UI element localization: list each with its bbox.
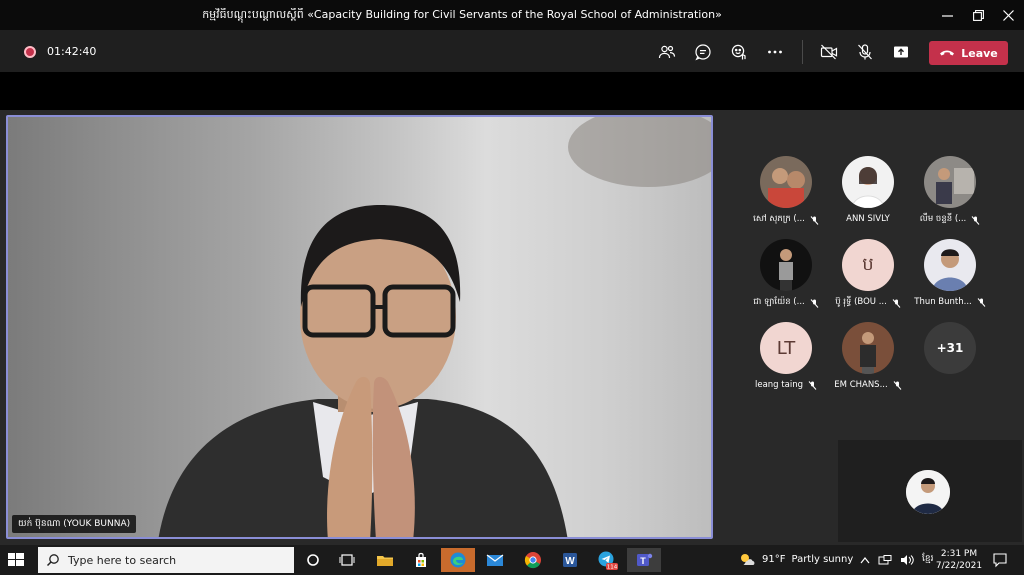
restore-icon[interactable] [963, 4, 993, 26]
taskbar-search-box[interactable]: Type here to search [38, 547, 294, 573]
participant-avatar-initials: ប [842, 239, 894, 291]
participant-avatar [760, 239, 812, 291]
mic-off-icon [893, 380, 902, 390]
notification-icon[interactable] [992, 552, 1008, 568]
participant-tile[interactable]: Thun Bunth... [910, 239, 990, 317]
meeting-toolbar: 01:42:40 Leave [0, 30, 1024, 72]
participant-name: EM CHANS... [834, 380, 888, 390]
meeting-stage: យក់ ប៊ុនណា (YOUK BUNNA) សៅ សុភក្រ (... A… [0, 110, 1024, 545]
self-avatar [906, 470, 950, 514]
windows-start-icon[interactable] [6, 551, 26, 569]
more-participants-count: +31 [924, 322, 976, 374]
svg-text:T: T [640, 556, 646, 566]
edge-icon[interactable] [441, 548, 475, 572]
participant-tile[interactable]: សៅ សុភក្រ (... [746, 156, 826, 234]
self-view[interactable] [838, 440, 1022, 542]
participant-name: សៅ សុភក្រ (... [753, 214, 805, 224]
title-bar: កម្មវិធីបណ្ដុះបណ្ដាលស្តីពី «Capacity Bui… [0, 0, 1024, 30]
more-icon[interactable] [764, 41, 786, 63]
telegram-icon[interactable]: 114 [590, 548, 624, 572]
participant-avatar [760, 156, 812, 208]
mail-icon[interactable] [478, 548, 512, 572]
participant-name: leang taing [755, 380, 803, 390]
share-icon[interactable] [890, 41, 912, 63]
teams-icon[interactable]: T [627, 548, 661, 572]
search-placeholder: Type here to search [68, 553, 177, 567]
svg-text:W: W [565, 556, 575, 567]
participant-name: លឹម ចន្ទនី (... [919, 214, 967, 224]
participant-tile[interactable]: ANN SIVLY [828, 156, 908, 234]
participant-avatar [924, 239, 976, 291]
mic-off-icon [977, 297, 986, 307]
telegram-badge: 114 [607, 565, 618, 571]
reactions-icon[interactable] [728, 41, 750, 63]
participant-name: ប៊ូ រុទ្ធី (BOU ... [835, 297, 887, 307]
taskbar-clock[interactable]: 2:31 PM 7/22/2021 [932, 548, 986, 572]
weather-temperature: 91°F [762, 553, 786, 565]
participant-avatar [924, 156, 976, 208]
participant-avatar [842, 322, 894, 374]
participant-tile[interactable]: លឹម ចន្ទនី (... [910, 156, 990, 234]
task-view-icon[interactable] [330, 548, 364, 572]
main-video-feed[interactable]: យក់ ប៊ុនណា (YOUK BUNNA) [6, 115, 713, 539]
mic-off-icon[interactable] [854, 41, 876, 63]
windows-taskbar: Type here to search W 114 T 91°F Partly … [0, 545, 1024, 575]
clock-date: 7/22/2021 [935, 561, 983, 571]
store-icon[interactable] [404, 548, 438, 572]
recording-icon [24, 46, 36, 58]
more-participants-button[interactable]: +31 [910, 322, 990, 400]
participant-tile[interactable]: ជា ឡាយ៉ែន (... [746, 239, 826, 317]
participant-tile[interactable]: LT leang taing [746, 322, 826, 400]
minimize-icon[interactable] [932, 4, 962, 26]
weather-widget[interactable]: 91°F Partly sunny [738, 552, 853, 566]
file-explorer-icon[interactable] [368, 548, 402, 572]
search-icon [46, 554, 59, 567]
cortana-icon[interactable] [296, 548, 330, 572]
word-icon[interactable]: W [553, 548, 587, 572]
header-spacer [0, 72, 1024, 110]
participant-avatar [842, 156, 894, 208]
participant-name: Thun Bunth... [914, 297, 972, 307]
weather-condition: Partly sunny [791, 553, 854, 565]
participant-tile[interactable]: EM CHANS... [828, 322, 908, 400]
chrome-icon[interactable] [516, 548, 550, 572]
leave-button[interactable]: Leave [929, 41, 1008, 65]
participant-tile[interactable]: ប ប៊ូ រុទ្ធី (BOU ... [828, 239, 908, 317]
volume-icon[interactable] [900, 554, 914, 566]
participant-name: ជា ឡាយ៉ែន (... [753, 297, 805, 307]
chevron-up-icon[interactable] [860, 556, 870, 564]
toolbar-divider [802, 40, 803, 64]
meeting-timer: 01:42:40 [47, 45, 97, 58]
speaker-name-label: យក់ ប៊ុនណា (YOUK BUNNA) [12, 515, 137, 533]
leave-label: Leave [961, 46, 998, 60]
system-tray: ខ្មែរ [860, 553, 933, 566]
people-icon[interactable] [656, 41, 678, 63]
network-icon[interactable] [878, 554, 892, 565]
participant-avatar-initials: LT [760, 322, 812, 374]
close-icon[interactable] [993, 4, 1023, 26]
participant-name: ANN SIVLY [846, 214, 890, 224]
mic-off-icon [971, 215, 980, 225]
speaker-video-image [158, 117, 711, 537]
phone-hangup-icon [940, 50, 955, 56]
partly-sunny-icon [741, 554, 755, 565]
clock-time: 2:31 PM [940, 549, 978, 559]
window-title: កម្មវិធីបណ្ដុះបណ្ដាលស្តីពី «Capacity Bui… [202, 8, 722, 21]
chat-icon[interactable] [692, 41, 714, 63]
camera-off-icon[interactable] [818, 41, 840, 63]
